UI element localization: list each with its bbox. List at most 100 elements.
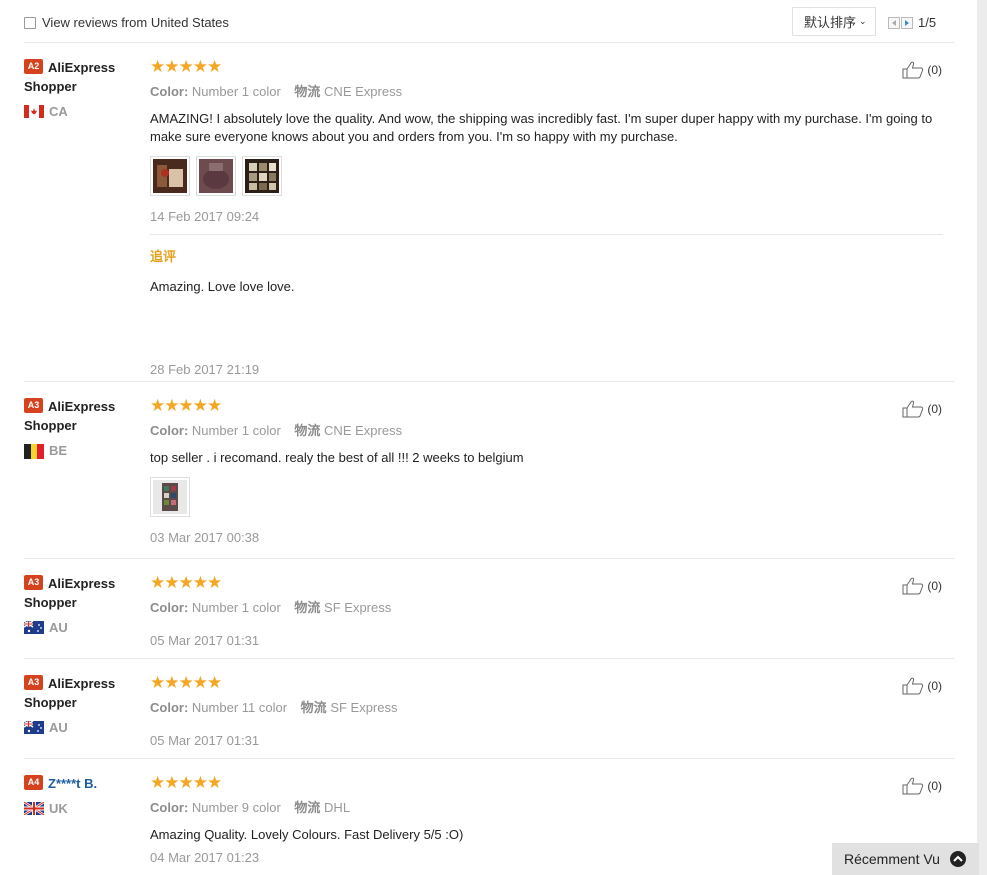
reviewer-name[interactable]: Z****t B. bbox=[48, 776, 97, 791]
reviewer-country: BE bbox=[24, 443, 134, 459]
recently-viewed-label: Récemment Vu bbox=[844, 851, 940, 867]
review-photo[interactable] bbox=[196, 156, 236, 196]
review-attributes: Color: Number 11 color 物流 SF Express bbox=[150, 697, 943, 716]
helpful-count: (0) bbox=[927, 63, 942, 77]
star-rating: ★★★★★ bbox=[150, 573, 222, 592]
page-indicator: 1/5 bbox=[918, 15, 937, 30]
reviewer-info: A3 AliExpress Shopper BE bbox=[24, 397, 134, 459]
uk-flag-icon bbox=[24, 802, 44, 815]
review-text: top seller . i recomand. realy the best … bbox=[150, 450, 524, 465]
color-key: Color: bbox=[150, 423, 189, 438]
color-value: Number 1 color bbox=[191, 600, 281, 615]
reviewer-info: A2 AliExpress Shopper CA bbox=[24, 58, 134, 119]
review-photo[interactable] bbox=[150, 477, 190, 517]
scrollbar[interactable] bbox=[977, 0, 987, 875]
helpful-count: (0) bbox=[927, 579, 942, 593]
belgium-flag-icon bbox=[24, 444, 44, 459]
thumbs-up-icon bbox=[902, 400, 924, 418]
color-key: Color: bbox=[150, 700, 189, 715]
reviewer-info: A3 AliExpress Shopper AU bbox=[24, 674, 134, 735]
review-content: ★★★★★ Color: Number 1 color 物流 CNE Expre… bbox=[150, 397, 943, 545]
member-level-badge: A3 bbox=[24, 575, 43, 590]
review-date: 04 Mar 2017 01:23 bbox=[150, 850, 260, 865]
reviewer-name-line2: Shopper bbox=[24, 695, 77, 710]
followup-text: Amazing. Love love love. bbox=[150, 279, 295, 294]
shipping-key: 物流 bbox=[294, 84, 321, 99]
review-date: 05 Mar 2017 01:31 bbox=[150, 733, 260, 748]
reviewer-country: AU bbox=[24, 620, 134, 635]
member-level-badge: A4 bbox=[24, 775, 43, 790]
arrow-right-icon bbox=[905, 19, 909, 26]
review-content: ★★★★★ Color: Number 1 color 物流 CNE Expre… bbox=[150, 58, 943, 377]
sort-dropdown-label: 默认排序 bbox=[804, 15, 857, 30]
review-text: Amazing Quality. Lovely Colours. Fast De… bbox=[150, 827, 464, 842]
review-item: A3 AliExpress Shopper BE ★★★★★ Color: Num… bbox=[24, 382, 954, 559]
country-code: UK bbox=[49, 801, 68, 816]
arrow-left-icon bbox=[892, 19, 896, 26]
country-code: AU bbox=[49, 620, 68, 635]
reviews-panel: View reviews from United States 默认排序 ⌄ 1… bbox=[24, 0, 954, 865]
country-code: BE bbox=[49, 443, 68, 458]
canada-flag-icon bbox=[24, 105, 44, 118]
reviewer-info: A3 AliExpress Shopper AU bbox=[24, 574, 134, 635]
helpful-button[interactable]: (0) bbox=[902, 577, 942, 595]
country-filter[interactable]: View reviews from United States bbox=[24, 15, 229, 30]
reviewer-country: CA bbox=[24, 104, 134, 119]
helpful-button[interactable]: (0) bbox=[902, 777, 942, 795]
color-value: Number 11 color bbox=[191, 700, 288, 715]
australia-flag-icon bbox=[24, 621, 44, 634]
followup-label: 追评 bbox=[150, 249, 177, 264]
review-date: 05 Mar 2017 01:31 bbox=[150, 633, 260, 648]
reviewer-country: AU bbox=[24, 720, 134, 735]
review-photo[interactable] bbox=[242, 156, 282, 196]
followup-review: 追评 Amazing. Love love love. 28 Feb 2017 … bbox=[150, 234, 943, 377]
review-attributes: Color: Number 9 color 物流 DHL bbox=[150, 797, 943, 816]
color-key: Color: bbox=[150, 600, 189, 615]
shipping-value: CNE Express bbox=[324, 84, 403, 99]
country-code: CA bbox=[49, 104, 68, 119]
review-photo[interactable] bbox=[150, 156, 190, 196]
sort-dropdown[interactable]: 默认排序 ⌄ bbox=[792, 7, 876, 36]
review-content: ★★★★★ Color: Number 1 color 物流 SF Expres… bbox=[150, 573, 943, 649]
next-page-button[interactable] bbox=[901, 16, 913, 29]
reviewer-name: AliExpress bbox=[48, 576, 116, 591]
helpful-button[interactable]: (0) bbox=[902, 400, 942, 418]
shipping-value: SF Express bbox=[330, 700, 398, 715]
review-attributes: Color: Number 1 color 物流 CNE Express bbox=[150, 420, 943, 439]
reviewer-name: AliExpress bbox=[48, 399, 116, 414]
review-content: ★★★★★ Color: Number 11 color 物流 SF Expre… bbox=[150, 674, 943, 749]
review-photos bbox=[150, 156, 943, 196]
prev-page-button[interactable] bbox=[888, 16, 900, 29]
reviewer-name: AliExpress bbox=[48, 60, 116, 75]
review-attributes: Color: Number 1 color 物流 CNE Express bbox=[150, 81, 943, 100]
color-value: Number 1 color bbox=[191, 84, 281, 99]
review-photos bbox=[150, 477, 943, 517]
helpful-button[interactable]: (0) bbox=[902, 677, 942, 695]
thumbs-up-icon bbox=[902, 61, 924, 79]
reviewer-name: AliExpress bbox=[48, 676, 116, 691]
thumbs-up-icon bbox=[902, 577, 924, 595]
country-filter-label: View reviews from United States bbox=[42, 15, 229, 30]
thumbs-up-icon bbox=[902, 677, 924, 695]
review-attributes: Color: Number 1 color 物流 SF Express bbox=[150, 597, 943, 616]
helpful-count: (0) bbox=[927, 679, 942, 693]
star-rating: ★★★★★ bbox=[150, 396, 222, 415]
member-level-badge: A2 bbox=[24, 59, 43, 74]
shipping-value: CNE Express bbox=[324, 423, 403, 438]
review-item: A3 AliExpress Shopper AU ★★★★★ Color: Num… bbox=[24, 559, 954, 659]
thumbs-up-icon bbox=[902, 777, 924, 795]
review-item: A2 AliExpress Shopper CA ★★★★★ Color: Num… bbox=[24, 43, 954, 382]
shipping-key: 物流 bbox=[294, 423, 321, 438]
review-content: ★★★★★ Color: Number 9 color 物流 DHL Amazi… bbox=[150, 774, 943, 866]
review-date: 03 Mar 2017 00:38 bbox=[150, 530, 260, 545]
member-level-badge: A3 bbox=[24, 398, 43, 413]
member-level-badge: A3 bbox=[24, 675, 43, 690]
shipping-value: DHL bbox=[324, 800, 351, 815]
shipping-key: 物流 bbox=[294, 800, 321, 815]
shipping-value: SF Express bbox=[324, 600, 392, 615]
reviewer-name-line2: Shopper bbox=[24, 418, 77, 433]
shipping-key: 物流 bbox=[294, 600, 321, 615]
country-filter-checkbox[interactable] bbox=[24, 16, 36, 29]
helpful-button[interactable]: (0) bbox=[902, 61, 942, 79]
recently-viewed-button[interactable]: Récemment Vu bbox=[832, 843, 979, 875]
